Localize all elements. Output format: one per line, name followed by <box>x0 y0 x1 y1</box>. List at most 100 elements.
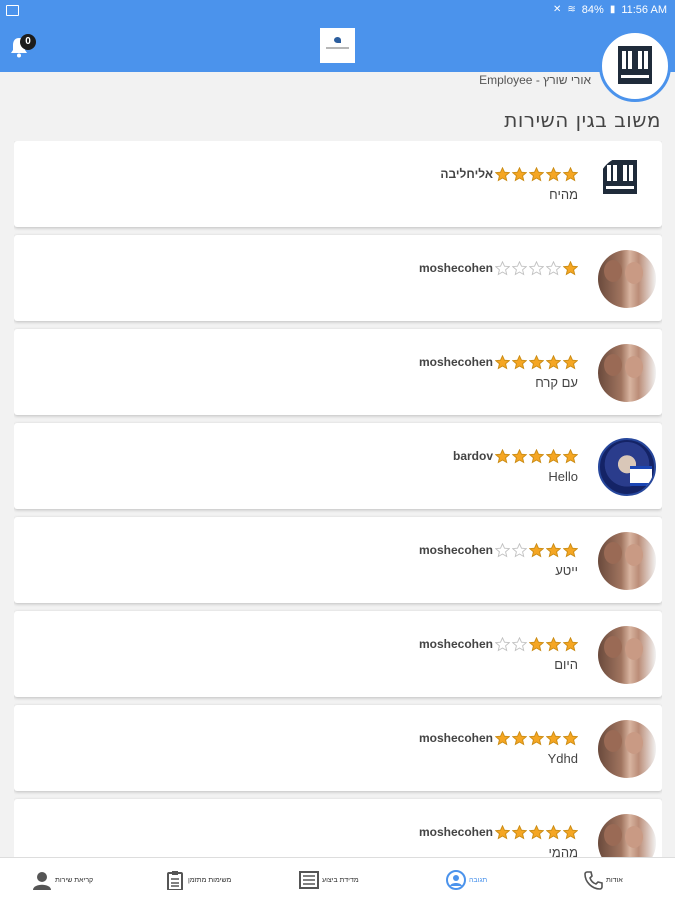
star-filled-icon <box>563 354 578 370</box>
star-filled-icon <box>495 730 510 746</box>
review-card[interactable]: bardov Hello <box>14 423 662 509</box>
app-bar: 0 <box>0 22 675 72</box>
star-filled-icon <box>546 448 561 464</box>
bottom-nav: קריאת שירות משימות מתזמן מדידת ביצוע תגו… <box>0 857 675 900</box>
star-filled-icon <box>529 166 544 182</box>
review-username: moshecohen <box>418 261 493 275</box>
review-comment: עם קרח <box>535 375 578 390</box>
review-list[interactable]: אליחליבה מהיח moshecohen moshecohen עם קרח ba… <box>14 141 662 857</box>
star-filled-icon <box>495 448 510 464</box>
employee-name: אורי שורץ - Employee <box>479 73 591 87</box>
phone-icon <box>584 871 603 890</box>
star-filled-icon <box>512 448 527 464</box>
profile-avatar[interactable] <box>599 30 671 102</box>
notification-badge: 0 <box>20 34 36 50</box>
star-filled-icon <box>563 542 578 558</box>
rating-row: moshecohen <box>417 542 578 558</box>
review-comment: מהיח <box>549 187 578 202</box>
review-username: moshecohen <box>418 637 493 651</box>
star-filled-icon <box>563 636 578 652</box>
review-card[interactable]: moshecohen עם קרח <box>14 329 662 415</box>
nav-label: משימות מתזמן <box>188 876 232 884</box>
user-avatar <box>598 438 656 496</box>
page-title: משוב בגין השירות <box>504 108 661 132</box>
review-card[interactable]: אליחליבה מהיח <box>14 141 662 227</box>
star-filled-icon <box>529 824 544 840</box>
review-comment: מהמי <box>548 845 578 857</box>
nav-label: מדידת ביצוע <box>322 876 359 884</box>
user-avatar <box>598 532 656 590</box>
star-empty-icon <box>495 542 510 558</box>
nav-label: קריאת שירות <box>55 876 94 884</box>
star-filled-icon <box>495 824 510 840</box>
review-card[interactable]: moshecohen מהמי <box>14 799 662 857</box>
gallery-icon <box>6 5 19 16</box>
wifi-icon: ≋ <box>567 4 576 15</box>
review-card[interactable]: moshecohen Ydhd <box>14 705 662 791</box>
nav-about[interactable]: אודות <box>583 870 623 890</box>
battery-icon: ▮ <box>609 4 616 15</box>
nav-scheduled-tasks[interactable]: משימות מתזמן <box>165 870 231 890</box>
clipboard-icon <box>167 871 183 890</box>
star-filled-icon <box>512 730 527 746</box>
star-filled-icon <box>495 354 510 370</box>
review-username: moshecohen <box>418 355 493 369</box>
star-filled-icon <box>546 824 561 840</box>
star-filled-icon <box>563 260 578 276</box>
star-filled-icon <box>512 824 527 840</box>
rating-row: moshecohen <box>417 260 578 276</box>
rating-row: אליחליבה <box>438 166 578 182</box>
star-empty-icon <box>495 260 510 276</box>
star-filled-icon <box>529 730 544 746</box>
star-filled-icon <box>563 824 578 840</box>
user-avatar <box>598 720 656 778</box>
rating-row: moshecohen <box>417 636 578 652</box>
mute-icon: ✕ <box>553 4 562 15</box>
status-bar: ✕ ≋ 84% ▮ 11:56 AM <box>0 0 675 22</box>
rating-row: bardov <box>451 448 578 464</box>
review-card[interactable]: moshecohen <box>14 235 662 321</box>
nav-label: תגובה <box>469 876 488 884</box>
star-filled-icon <box>563 166 578 182</box>
rating-row: moshecohen <box>417 354 578 370</box>
battery-level: 84% <box>581 4 604 16</box>
report-icon <box>299 871 319 889</box>
nav-label: אודות <box>606 876 623 884</box>
service-call-icon <box>33 872 51 890</box>
review-comment: היום <box>554 657 578 672</box>
star-filled-icon <box>546 542 561 558</box>
nav-service-call[interactable]: קריאת שירות <box>32 870 93 890</box>
review-card[interactable]: moshecohen היום <box>14 611 662 697</box>
review-card[interactable]: moshecohen ייטע <box>14 517 662 603</box>
user-avatar <box>598 250 656 308</box>
star-empty-icon <box>512 260 527 276</box>
review-comment: Ydhd <box>547 751 578 766</box>
nav-performance[interactable]: מדידת ביצוע <box>299 870 359 890</box>
star-filled-icon <box>546 636 561 652</box>
review-username: moshecohen <box>418 731 493 745</box>
nav-feedback[interactable]: תגובה <box>446 870 487 890</box>
clock: 11:56 AM <box>621 4 667 16</box>
review-username: אליחליבה <box>440 167 493 181</box>
star-filled-icon <box>546 166 561 182</box>
star-filled-icon <box>546 730 561 746</box>
rating-row: moshecohen <box>417 824 578 840</box>
app-logo <box>320 28 355 63</box>
star-empty-icon <box>512 636 527 652</box>
star-filled-icon <box>529 448 544 464</box>
star-empty-icon <box>512 542 527 558</box>
star-filled-icon <box>529 636 544 652</box>
user-avatar <box>598 626 656 684</box>
star-filled-icon <box>563 448 578 464</box>
star-filled-icon <box>563 730 578 746</box>
status-bar-right: ✕ ≋ 84% ▮ 11:56 AM <box>553 4 667 16</box>
user-avatar <box>598 344 656 402</box>
building-logo-icon <box>598 156 656 214</box>
rating-row: moshecohen <box>417 730 578 746</box>
star-empty-icon <box>529 260 544 276</box>
star-empty-icon <box>546 260 561 276</box>
review-comment: Hello <box>548 469 578 484</box>
review-comment: ייטע <box>555 563 578 578</box>
building-logo-icon <box>618 46 652 84</box>
star-filled-icon <box>529 354 544 370</box>
